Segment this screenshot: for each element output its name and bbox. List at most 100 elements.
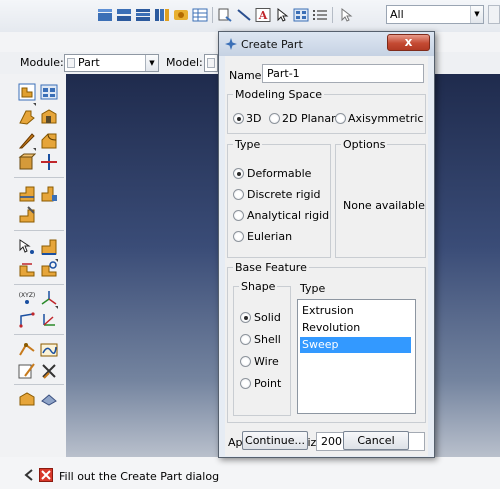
filter-options-button[interactable] (488, 5, 500, 24)
list-item-sweep[interactable]: Sweep (300, 337, 411, 353)
toolbar-separator (212, 7, 213, 23)
select-cursor-icon[interactable] (273, 6, 291, 24)
datum-axis-csys-icon[interactable] (39, 310, 59, 330)
radio-shell-label[interactable]: Shell (254, 333, 281, 346)
type-label: Type (233, 138, 263, 151)
radio-solid[interactable] (240, 312, 251, 323)
shape-group: Shape (233, 280, 291, 416)
radio-wire[interactable] (240, 356, 251, 367)
toolbar-icons: A (96, 5, 354, 25)
module-spinner-icon[interactable] (67, 58, 75, 68)
blend-icon[interactable] (39, 131, 59, 151)
radio-discrete-rigid[interactable] (233, 189, 244, 200)
svg-text:A: A (258, 9, 268, 22)
radio-axisymmetric-label[interactable]: Axisymmetric (348, 112, 423, 125)
shell-icon[interactable] (17, 152, 37, 172)
view-side-icon[interactable] (153, 6, 171, 24)
modeling-space-label: Modeling Space (233, 88, 325, 101)
top-toolbar: A All ▼ (0, 0, 500, 32)
datum-point-icon[interactable] (17, 237, 37, 257)
dialog-body: Name: Part-1 Modeling Space 3D 2D Planar… (225, 56, 428, 456)
list-item-revolution[interactable]: Revolution (300, 320, 411, 336)
module-dropdown[interactable]: Part ▼ (64, 54, 159, 72)
table-icon[interactable] (191, 6, 209, 24)
prompt-area: Fill out the Create Part dialog (0, 457, 500, 489)
radio-3d-label[interactable]: 3D (246, 112, 261, 125)
continue-button[interactable]: Continue... (242, 431, 308, 450)
chevron-down-icon[interactable]: ▼ (470, 6, 483, 23)
radio-shell[interactable] (240, 334, 251, 345)
selection-filter-value: All (390, 8, 404, 21)
delete-feature-icon[interactable] (39, 361, 59, 381)
partition-icon[interactable] (17, 184, 37, 204)
radio-discrete-rigid-label[interactable]: Discrete rigid (247, 188, 321, 201)
base-feature-label: Base Feature (233, 261, 309, 274)
radio-analytical-rigid[interactable] (233, 210, 244, 221)
selection-arrow-icon[interactable] (336, 6, 354, 24)
radio-point[interactable] (240, 378, 251, 389)
view-cube-icon[interactable] (96, 6, 114, 24)
part-geometry-icon[interactable] (39, 388, 59, 408)
model-spinner-icon[interactable] (207, 58, 215, 68)
part-name-input[interactable]: Part-1 (262, 64, 424, 83)
options-none-text: None available (343, 199, 425, 212)
cancel-procedure-icon[interactable] (39, 468, 53, 482)
text-annotation-icon[interactable]: A (254, 6, 272, 24)
line-tool-icon[interactable] (235, 6, 253, 24)
xyz-coordinates-icon[interactable]: (XYZ) (17, 288, 37, 308)
name-label: Name: (229, 69, 266, 82)
radio-wire-label[interactable]: Wire (254, 355, 279, 368)
shape-label: Shape (239, 280, 278, 293)
cancel-button[interactable]: Cancel (343, 431, 409, 450)
chevron-down-icon[interactable]: ▼ (145, 55, 158, 71)
model-label: Model: (166, 56, 203, 69)
part-manager-icon[interactable] (39, 82, 59, 102)
dialog-titlebar[interactable]: Create Part x (219, 32, 434, 56)
model-dropdown[interactable] (204, 54, 218, 72)
options-label: Options (341, 138, 388, 151)
wire-feature-icon[interactable] (17, 340, 37, 360)
edit-sketch-icon[interactable] (17, 361, 37, 381)
close-button[interactable]: x (387, 34, 430, 51)
radio-eulerian[interactable] (233, 231, 244, 242)
radio-point-label[interactable]: Point (254, 377, 281, 390)
datum-axis-icon[interactable] (39, 152, 59, 172)
reference-point-icon[interactable] (39, 259, 59, 279)
list-item-extrusion[interactable]: Extrusion (300, 303, 411, 319)
sketch-icon[interactable] (39, 340, 59, 360)
selection-filter-dropdown[interactable]: All ▼ (386, 5, 484, 24)
datum-plane-icon[interactable] (39, 237, 59, 257)
svg-text:(XYZ): (XYZ) (19, 292, 36, 299)
create-part-icon[interactable] (17, 82, 37, 102)
axis-triad-icon[interactable] (39, 288, 59, 308)
extrude-cut-icon[interactable] (39, 107, 59, 127)
repair-icon[interactable] (17, 205, 37, 225)
list-options-icon[interactable] (311, 6, 329, 24)
radio-analytical-rigid-label[interactable]: Analytical rigid (247, 209, 329, 222)
module-value: Part (78, 56, 100, 69)
radio-axisymmetric[interactable] (335, 113, 346, 124)
create-part-dialog: Create Part x Name: Part-1 Modeling Spac… (218, 31, 435, 458)
radio-deformable-label[interactable]: Deformable (247, 167, 311, 180)
radio-3d[interactable] (233, 113, 244, 124)
module-label: Module: (20, 56, 64, 69)
feature-type-label: Type (300, 282, 326, 295)
render-style-icon[interactable] (172, 6, 190, 24)
partition-face-icon[interactable] (39, 184, 59, 204)
back-arrow-icon[interactable] (22, 468, 36, 482)
query-icon[interactable] (216, 6, 234, 24)
extrude-solid-icon[interactable] (17, 107, 37, 127)
datum-csys-icon[interactable] (17, 259, 37, 279)
part-mesh-icon[interactable] (17, 388, 37, 408)
radio-deformable[interactable] (233, 168, 244, 179)
grid-table-icon[interactable] (292, 6, 310, 24)
feature-type-list[interactable]: Extrusion Revolution Sweep (297, 299, 416, 414)
toolbox: (XYZ) (0, 74, 66, 457)
radio-eulerian-label[interactable]: Eulerian (247, 230, 292, 243)
view-front-icon[interactable] (115, 6, 133, 24)
datum-plane-points-icon[interactable] (17, 310, 37, 330)
view-top-icon[interactable] (134, 6, 152, 24)
radio-solid-label[interactable]: Solid (254, 311, 281, 324)
radio-2d-planar[interactable] (269, 113, 280, 124)
radio-2d-planar-label[interactable]: 2D Planar (282, 112, 336, 125)
